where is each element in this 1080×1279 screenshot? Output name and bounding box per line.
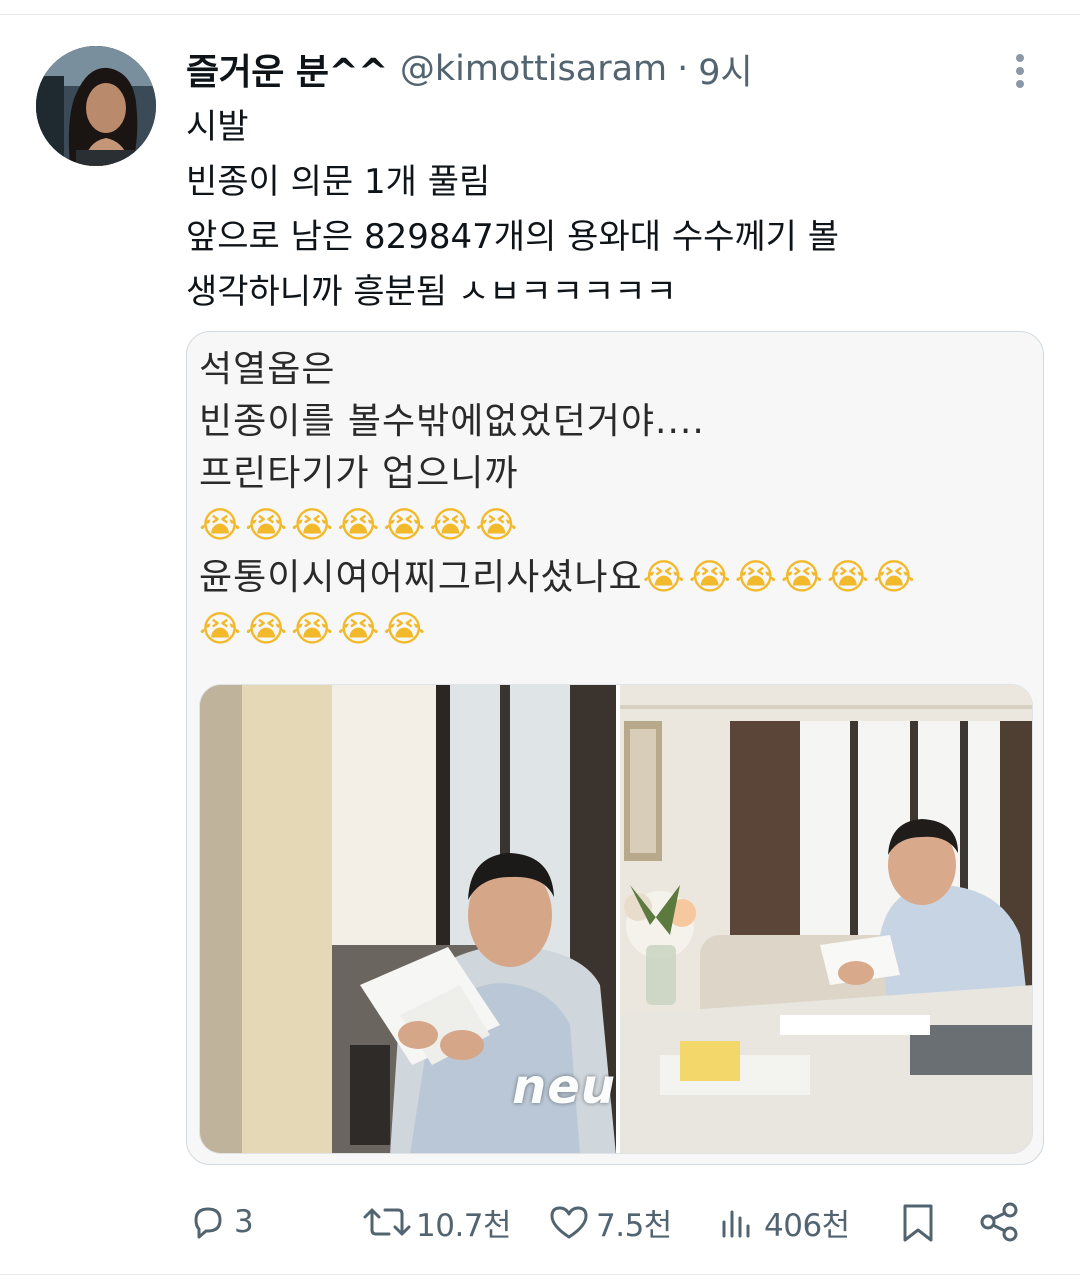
- tweet-text-line: 시발: [186, 107, 249, 147]
- views-button[interactable]: 406천: [716, 1190, 850, 1254]
- tweet-text-line: 앞으로 남은 829847개의 용와대 수수께기 볼: [186, 217, 840, 257]
- like-button[interactable]: 7.5천: [546, 1190, 672, 1254]
- reply-button[interactable]: 3: [186, 1190, 254, 1254]
- bookmark-icon: [896, 1200, 940, 1244]
- bottom-divider: [0, 1274, 1080, 1275]
- photo-watermark: neu: [512, 1059, 616, 1115]
- heart-icon: [546, 1200, 592, 1244]
- tweet-header: 즐거운 분^^ @kimottisaram · 9시: [186, 43, 753, 95]
- quote-line: 석열옵은: [199, 349, 336, 390]
- tweet-body: 시발 빈종이 의문 1개 풀림 앞으로 남은 829847개의 용와대 수수께기…: [186, 100, 1046, 320]
- share-icon: [978, 1200, 1022, 1244]
- crying-emoji-row: 😭😭😭😭😭: [199, 609, 430, 650]
- views-count: 406천: [764, 1207, 850, 1244]
- reply-count: 3: [234, 1204, 254, 1240]
- crying-emoji-row: 😭😭😭😭😭😭😭: [199, 505, 522, 546]
- tweet-text-line: 빈종이 의문 1개 풀림: [186, 162, 491, 202]
- quote-line: 윤통이시여어찌그리사셨나요😭😭😭😭😭😭: [199, 552, 1029, 604]
- quoted-post-text: 석열옵은 빈종이를 볼수밖에없었던거야.... 프린타기가 업으니까 😭😭😭😭😭…: [199, 344, 1029, 656]
- views-icon: [716, 1200, 760, 1244]
- action-bar: 3 10.7천 7.5천 406천: [0, 1190, 1080, 1254]
- more-options-icon[interactable]: [1004, 50, 1036, 92]
- top-divider: [0, 14, 1080, 15]
- post-time[interactable]: 9시: [698, 44, 752, 95]
- quote-line: 빈종이를 볼수밖에없었던거야....: [199, 401, 705, 442]
- reply-icon: [186, 1200, 230, 1244]
- retweet-button[interactable]: 10.7천: [362, 1190, 512, 1254]
- share-button[interactable]: [978, 1190, 1022, 1254]
- retweet-count: 10.7천: [416, 1207, 512, 1244]
- photo-left[interactable]: neu: [200, 685, 616, 1153]
- quoted-post-card[interactable]: 석열옵은 빈종이를 볼수밖에없었던거야.... 프린타기가 업으니까 😭😭😭😭😭…: [186, 331, 1044, 1165]
- separator-dot: ·: [677, 49, 689, 89]
- photo-right[interactable]: [620, 685, 1032, 1153]
- retweet-icon: [362, 1200, 412, 1244]
- display-name[interactable]: 즐거운 분^^: [186, 43, 388, 95]
- avatar[interactable]: [36, 46, 156, 166]
- crying-emoji-row: 😭😭😭😭😭😭: [642, 557, 919, 598]
- user-handle[interactable]: @kimottisaram: [400, 49, 667, 89]
- photo-grid: neu: [199, 684, 1033, 1154]
- tweet-text-line: 생각하니까 흥분됨 ㅅㅂㅋㅋㅋㅋㅋ: [186, 272, 677, 312]
- like-count: 7.5천: [596, 1207, 672, 1244]
- bookmark-button[interactable]: [896, 1190, 940, 1254]
- quote-line-text: 윤통이시여어찌그리사셨나요: [199, 557, 643, 598]
- quote-line: 프린타기가 업으니까: [199, 453, 519, 494]
